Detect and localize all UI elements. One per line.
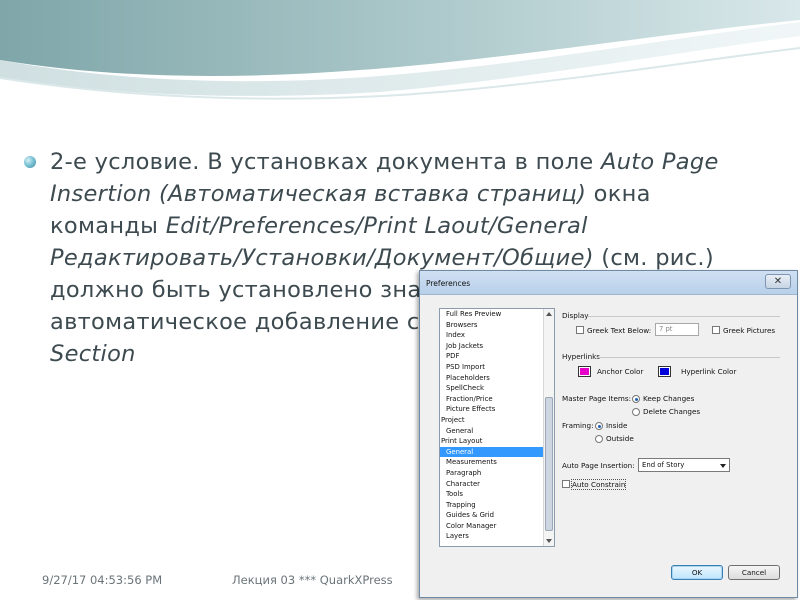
preferences-tree[interactable]: Full Res Preview Browsers Index Job Jackets… [439,308,555,547]
framing-label: Framing: [562,421,594,430]
inside-radio[interactable] [595,422,603,430]
tree-item[interactable]: Placeholders [440,373,554,384]
chevron-down-icon [720,464,726,468]
greek-text-below-label: Greek Text Below: [587,326,652,335]
ok-button[interactable]: OK [671,565,723,580]
tree-item[interactable]: Paragraph [440,468,554,479]
master-page-items-label: Master Page Items: [562,394,632,403]
bullet-text-part: 2-е условие. В установках документа в по… [50,149,602,175]
anchor-color-label: Anchor Color [597,367,644,376]
header-wave-decoration [0,0,800,100]
section-divider [588,316,780,317]
delete-changes-radio[interactable] [632,408,640,416]
greek-pictures-label: Greek Pictures [723,326,776,335]
tree-item[interactable]: Layers [440,531,554,542]
tree-item[interactable]: Job Jackets [440,341,554,352]
cancel-button[interactable]: Cancel [728,565,780,580]
auto-page-insertion-select[interactable]: End of Story [638,458,730,472]
tree-item[interactable]: PDF [440,351,554,362]
tree-item[interactable]: Guides & Grid [440,510,554,521]
greek-pictures-checkbox[interactable] [712,326,720,334]
hyperlink-color-swatch[interactable] [658,366,671,377]
close-button[interactable]: ✕ [765,274,791,289]
tree-item[interactable]: Full Res Preview [440,309,554,320]
tree-item[interactable]: Print Layout [440,436,554,447]
keep-changes-radio[interactable] [632,395,640,403]
tree-item[interactable]: SpellCheck [440,383,554,394]
auto-constrain-checkbox[interactable] [562,480,570,488]
greek-text-below-input[interactable]: 7 pt [655,323,699,336]
tree-item[interactable]: Character [440,479,554,490]
anchor-color-swatch[interactable] [578,366,591,377]
outside-label: Outside [606,434,634,443]
auto-constrain-label: Auto Constrain [570,479,627,490]
outside-radio[interactable] [595,435,603,443]
tree-item[interactable]: Tools [440,489,554,500]
bullet-dot-icon [24,156,36,168]
tree-item[interactable]: Fraction/Price [440,394,554,405]
tree-item[interactable]: Color Manager [440,521,554,532]
scroll-up-icon[interactable] [546,312,552,316]
tree-scrollbar[interactable] [543,309,554,546]
hyperlink-color-label: Hyperlink Color [681,367,737,376]
scroll-down-icon[interactable] [546,539,552,543]
hyperlinks-section-label: Hyperlinks [562,352,601,361]
footer-lecture-title: Лекция 03 *** QuarkXPress [232,573,393,587]
dialog-titlebar: Preferences ✕ [420,271,797,295]
tree-list: Full Res Preview Browsers Index Job Jackets… [440,309,554,542]
footer-date: 9/27/17 04:53:56 PM [42,573,163,587]
tree-item[interactable]: Trapping [440,500,554,511]
tree-item[interactable]: PSD Import [440,362,554,373]
hyperlink-swatch-fill [660,368,669,375]
preferences-dialog: Preferences ✕ Full Res Preview Browsers In… [419,270,798,598]
delete-changes-label: Delete Changes [643,407,701,416]
tree-item[interactable]: General [440,426,554,437]
scroll-thumb[interactable] [545,397,553,531]
anchor-swatch-fill [580,368,589,375]
tree-item[interactable]: Measurements [440,457,554,468]
display-section-label: Display [562,311,589,320]
keep-changes-label: Keep Changes [643,394,695,403]
section-divider [598,357,780,358]
greek-text-below-checkbox[interactable] [576,326,584,334]
inside-label: Inside [606,421,628,430]
auto-page-insertion-label: Auto Page Insertion: [562,461,635,470]
auto-page-insertion-value: End of Story [642,461,685,469]
tree-item[interactable]: Picture Effects [440,404,554,415]
tree-item[interactable]: Project [440,415,554,426]
tree-item[interactable]: Index [440,330,554,341]
tree-item[interactable]: Browsers [440,320,554,331]
tree-item[interactable]: General [440,446,554,458]
dialog-title: Preferences [426,279,471,288]
